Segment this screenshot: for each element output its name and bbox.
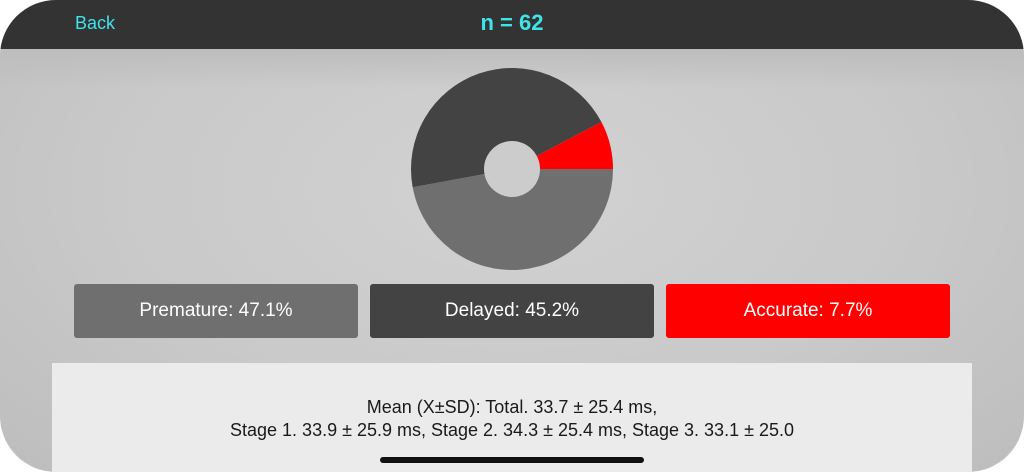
stats-panel: Mean (X±SD): Total. 33.7 ± 25.4 ms, Stag… xyxy=(52,363,972,472)
accurate-legend-button[interactable]: Accurate: 7.7% xyxy=(666,284,950,338)
app-screen: Back n = 62 Premature: 47.1% Delayed: 45… xyxy=(0,0,1024,472)
donut-hole xyxy=(484,141,540,197)
navigation-bar: Back n = 62 xyxy=(0,0,1024,49)
donut-chart xyxy=(411,68,613,270)
delayed-legend-button[interactable]: Delayed: 45.2% xyxy=(370,284,654,338)
stats-stages-line: Stage 1. 33.9 ± 25.9 ms, Stage 2. 34.3 ±… xyxy=(230,420,794,440)
stats-total-line: Mean (X±SD): Total. 33.7 ± 25.4 ms, xyxy=(366,397,658,417)
page-title: n = 62 xyxy=(480,10,544,35)
home-indicator xyxy=(380,457,644,463)
premature-legend-button[interactable]: Premature: 47.1% xyxy=(74,284,358,338)
